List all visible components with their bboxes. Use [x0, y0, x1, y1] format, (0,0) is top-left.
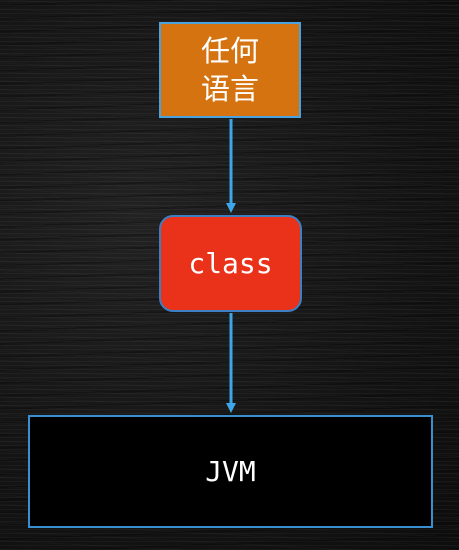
class-node: class [159, 215, 302, 312]
any-language-label-line1: 任何 [200, 34, 259, 68]
any-language-node: 任何 语言 [159, 22, 301, 118]
jvm-node: JVM [28, 415, 433, 528]
jvm-label: JVM [205, 455, 256, 488]
diagram-canvas: 任何 语言 class JVM [0, 0, 459, 550]
any-language-label-line2: 语言 [200, 72, 259, 106]
class-label: class [188, 247, 273, 280]
